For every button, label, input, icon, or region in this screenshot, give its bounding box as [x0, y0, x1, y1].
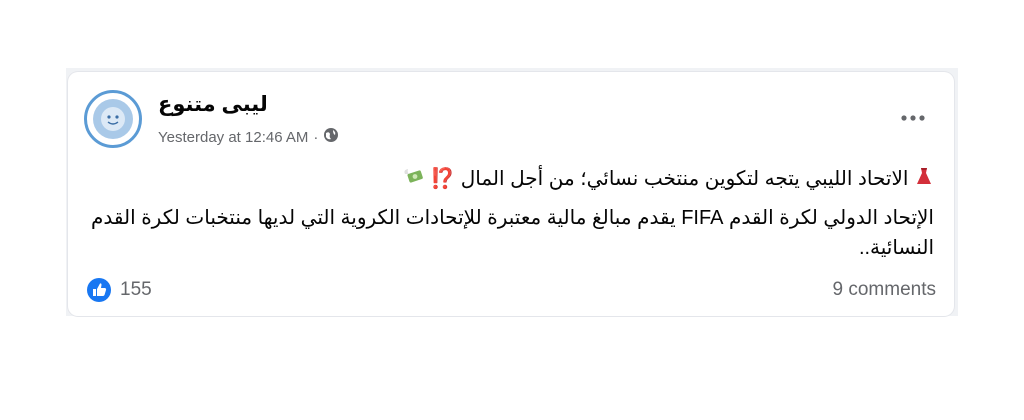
- money-with-wings-icon: [403, 163, 425, 197]
- post-meta: Yesterday at 12:46 AM ·: [158, 127, 339, 147]
- post-headline: الاتحاد الليبي يتجه لتكوين منتخب نسائي؛ …: [430, 168, 909, 190]
- page-name[interactable]: ليبى متنوع: [158, 92, 268, 117]
- reactions-summary[interactable]: 155: [86, 277, 152, 303]
- meta-separator: ·: [313, 128, 319, 146]
- page-avatar[interactable]: [84, 90, 142, 148]
- more-options-button[interactable]: [896, 106, 930, 130]
- post-body: الإتحاد الدولي لكرة القدم FIFA يقدم مبال…: [91, 206, 934, 259]
- post-headline-row: الاتحاد الليبي يتجه لتكوين منتخب نسائي؛ …: [88, 162, 934, 197]
- post-timestamp[interactable]: Yesterday at 12:46 AM: [158, 129, 308, 146]
- like-icon: [87, 278, 111, 302]
- post-footer: 155 9 comments: [86, 275, 936, 305]
- reaction-count: 155: [120, 279, 152, 300]
- red-dress-icon: [914, 163, 934, 197]
- post-card: ليبى متنوع Yesterday at 12:46 AM · الاتح…: [68, 72, 954, 316]
- globe-icon: [323, 127, 339, 147]
- more-options-icon: [901, 115, 925, 121]
- comments-count-link[interactable]: 9 comments: [833, 279, 936, 301]
- avatar-face-icon: [101, 107, 125, 131]
- avatar-logo: [93, 99, 133, 139]
- post-content: الاتحاد الليبي يتجه لتكوين منتخب نسائي؛ …: [88, 162, 934, 263]
